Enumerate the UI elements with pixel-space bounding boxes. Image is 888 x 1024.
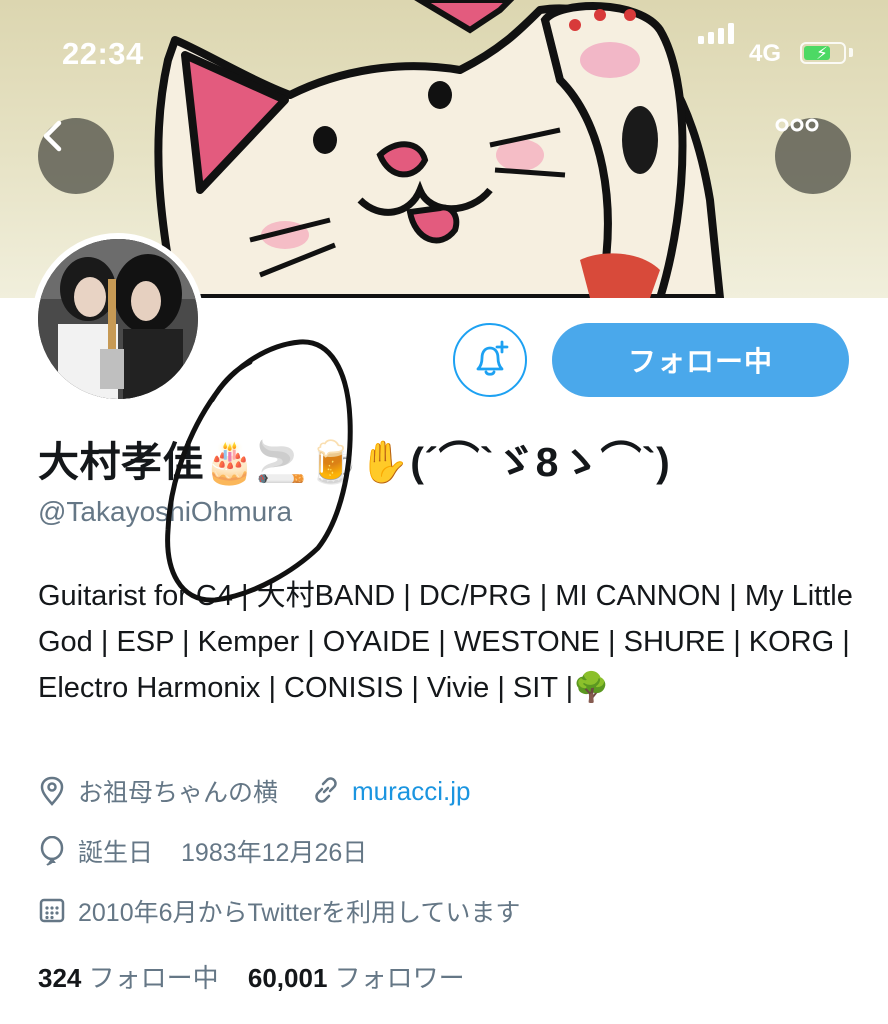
following-button[interactable]: フォロー中 (552, 323, 849, 397)
more-horizontal-icon (775, 118, 819, 132)
network-type: 4G (749, 40, 782, 67)
followers-count: 60,001 (247, 963, 328, 993)
profile-stats: 324 フォロー中 60,001 フォロワー (38, 958, 465, 995)
balloon-icon (38, 836, 68, 866)
chevron-left-icon (43, 120, 62, 152)
notifications-toggle-button[interactable] (453, 323, 527, 397)
profile-avatar[interactable] (32, 233, 204, 405)
avatar-photo (38, 239, 198, 399)
profile-location: お祖母ちゃんの横 (78, 779, 279, 807)
following-label: フォロー中 (88, 963, 219, 993)
profile-location-row: お祖母ちゃんの横 muracci.jp (38, 773, 471, 809)
profile-display-name: 大村孝佳🎂🚬🍺✋(´⌒`ゞ8ゝ⌒`) (38, 439, 671, 485)
followers-label: フォロワー (334, 963, 465, 993)
status-bar: 22:34 4G ⚡ (0, 0, 888, 110)
battery-icon: ⚡ (800, 42, 846, 64)
profile-birthday-row: 誕生日 1983年12月26日 (38, 833, 367, 869)
birthday-date: 1983年12月26日 (181, 839, 368, 867)
back-button[interactable] (38, 118, 114, 194)
profile-joined-row: 2010年6月からTwitterを利用しています (38, 893, 520, 929)
profile-handle: @TakayoshiOhmura (38, 496, 293, 527)
following-stat[interactable]: 324 フォロー中 (38, 963, 219, 993)
location-pin-icon (38, 776, 68, 806)
followers-stat[interactable]: 60,001 フォロワー (248, 963, 465, 993)
link-icon (312, 776, 342, 806)
profile-bio: Guitarist for C4 | 大村BAND | DC/PRG | MI … (38, 580, 853, 704)
battery-cap (849, 48, 853, 57)
profile-website-link[interactable]: muracci.jp (352, 776, 470, 807)
joined-date: 2010年6月からTwitterを利用しています (78, 899, 521, 927)
bell-plus-icon (476, 340, 509, 376)
more-options-button[interactable] (775, 118, 851, 194)
birthday-label: 誕生日 (78, 839, 154, 867)
calendar-icon (38, 896, 68, 926)
following-count: 324 (38, 963, 82, 993)
status-time: 22:34 (62, 36, 144, 71)
